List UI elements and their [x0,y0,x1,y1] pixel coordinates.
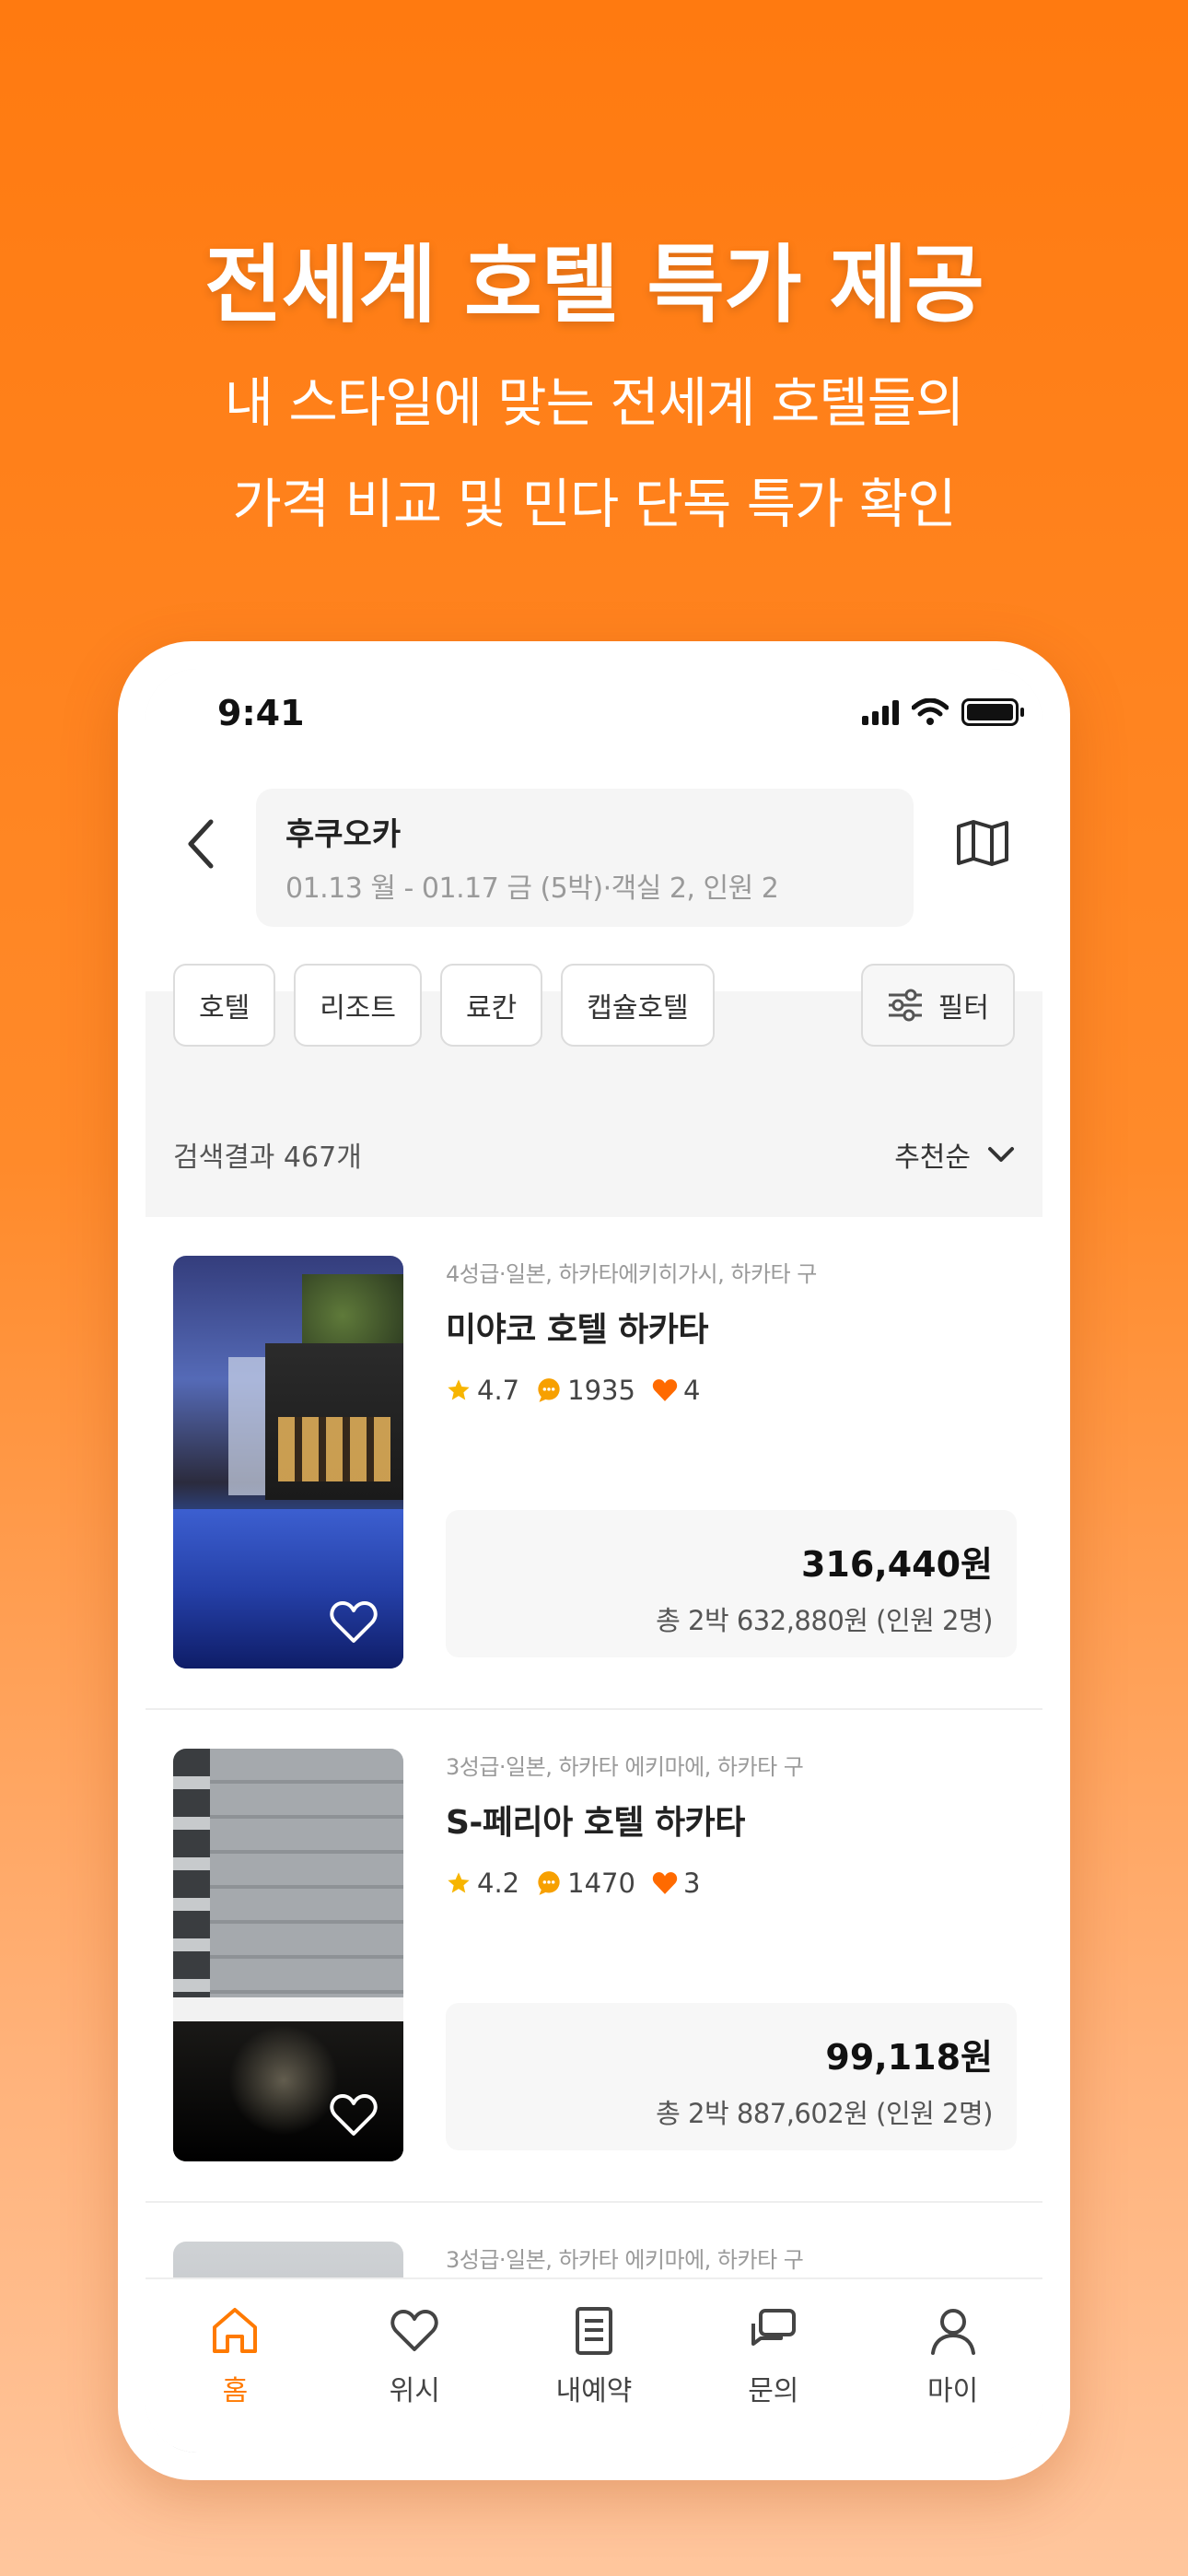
wishlist-heart-icon[interactable] [330,1600,378,1645]
heart-icon [390,2310,438,2351]
hotel-card[interactable]: 4성급·일본, 하카타에키히가시, 하카타 구 미야코 호텔 하카타 4.7 1… [146,1217,1042,1710]
app-screen: 9:41 후쿠오카 01.13 월 - 01.17 금 (5박)·객실 2, 인… [146,669,1042,2453]
hotel-name: S-페리아 호텔 하카타 [446,1804,745,1842]
wifi-icon [912,698,949,725]
result-bar: 검색결과 467개 추천순 [146,1095,1042,1214]
rating: 4.2 [446,1868,519,1899]
like-count: 3 [652,1868,700,1899]
chip-hotel[interactable]: 호텔 [173,964,276,1047]
user-icon [930,2309,975,2355]
hotel-location: 4성급·일본, 하카타에키히가시, 하카타 구 [446,1261,817,1287]
review-count: 1935 [536,1375,635,1406]
document-icon [575,2307,612,2355]
result-count: 검색결과 467개 [173,1142,362,1174]
tab-my-reservations[interactable]: 내예약 [505,2279,684,2453]
tab-label: 홈 [222,2375,249,2407]
sort-dropdown[interactable]: 추천순 [894,1134,1015,1175]
star-icon [448,1872,470,1893]
hotel-info: 4성급·일본, 하카타에키히가시, 하카타 구 미야코 호텔 하카타 4.7 1… [446,1256,1017,1406]
chip-resort[interactable]: 리조트 [294,964,423,1047]
star-icon [448,1379,470,1400]
hero-title: 전세계 호텔 특가 제공 [204,236,984,334]
heart-icon [652,1379,678,1401]
category-chips: 호텔 리조트 료칸 캡슐호텔 [173,964,715,1047]
hero-subtitle-line1: 내 스타일에 맞는 전세계 호텔들의 [224,371,965,434]
filter-button[interactable]: 필터 [860,964,1015,1047]
tab-inquiry[interactable]: 문의 [683,2279,863,2453]
heart-icon [652,1872,678,1894]
signal-icon [862,699,899,725]
map-button[interactable] [950,811,1015,875]
hotel-image [173,1749,403,2161]
like-count: 4 [652,1375,700,1406]
bottom-tab-bar: 홈 위시 내예약 문의 마이 [146,2277,1042,2453]
hotel-location: 3성급·일본, 하카타 에키마에, 하카타 구 [446,2247,804,2273]
tab-label: 위시 [389,2375,440,2407]
tab-wish[interactable]: 위시 [325,2279,505,2453]
status-bar: 9:41 [146,669,1042,770]
hotel-info: 3성급·일본, 하카타 에키마에, 하카타 구 [446,2242,1017,2274]
hotel-list: 4성급·일본, 하카타에키히가시, 하카타 구 미야코 호텔 하카타 4.7 1… [146,1217,1042,2453]
price-total: 총 2박 887,602원 (인원 2명) [656,2098,993,2129]
price-per-night: 316,440원 [800,1544,993,1585]
sort-label: 추천순 [894,1142,971,1174]
hotel-card[interactable]: 3성급·일본, 하카타 에키마에, 하카타 구 S-페리아 호텔 하카타 4.2… [146,1710,1042,2203]
hotel-image [173,1256,403,1669]
tab-label: 내예약 [555,2375,633,2407]
search-summary-box[interactable]: 후쿠오카 01.13 월 - 01.17 금 (5박)·객실 2, 인원 2 [256,789,914,927]
tab-label: 마이 [926,2375,979,2407]
search-meta: 01.13 월 - 01.17 금 (5박)·객실 2, 인원 2 [285,872,779,905]
status-time: 9:41 [217,693,305,733]
search-header: 후쿠오카 01.13 월 - 01.17 금 (5박)·객실 2, 인원 2 호… [146,770,1042,1047]
hotel-stats: 4.7 1935 4 [446,1375,1017,1406]
home-icon [213,2308,258,2353]
rating: 4.7 [446,1375,519,1406]
status-icons [862,698,1024,726]
hotel-stats: 4.2 1470 3 [446,1868,1017,1899]
hero-subtitle-line2: 가격 비교 및 민다 단독 특가 확인 [232,473,956,535]
chip-ryokan[interactable]: 료칸 [440,964,543,1047]
chevron-down-icon [988,1147,1014,1162]
chat-icon [751,2309,796,2346]
hotel-name: 미야코 호텔 하카타 [446,1311,709,1349]
search-city: 후쿠오카 [285,816,402,853]
review-count: 1470 [536,1868,635,1899]
sliders-icon [888,989,922,1022]
tab-label: 문의 [748,2375,799,2407]
map-icon [957,820,1008,866]
price-per-night: 99,118원 [825,2037,993,2078]
wishlist-heart-icon[interactable] [330,2093,378,2137]
filter-label: 필터 [938,992,989,1025]
chip-capsule-hotel[interactable]: 캡슐호텔 [561,964,715,1047]
chevron-left-icon [188,819,214,869]
price-box: 316,440원 총 2박 632,880원 (인원 2명) [446,1510,1017,1657]
chat-bubble-icon [538,1871,560,1895]
chat-bubble-icon [538,1378,560,1402]
battery-icon [961,698,1024,726]
hotel-info: 3성급·일본, 하카타 에키마에, 하카타 구 S-페리아 호텔 하카타 4.2… [446,1749,1017,1899]
price-box: 99,118원 총 2박 887,602원 (인원 2명) [446,2003,1017,2150]
tab-my[interactable]: 마이 [863,2279,1042,2453]
back-button[interactable] [173,807,228,881]
hotel-location: 3성급·일본, 하카타 에키마에, 하카타 구 [446,1754,804,1780]
price-total: 총 2박 632,880원 (인원 2명) [656,1605,993,1636]
tab-home[interactable]: 홈 [146,2279,325,2453]
